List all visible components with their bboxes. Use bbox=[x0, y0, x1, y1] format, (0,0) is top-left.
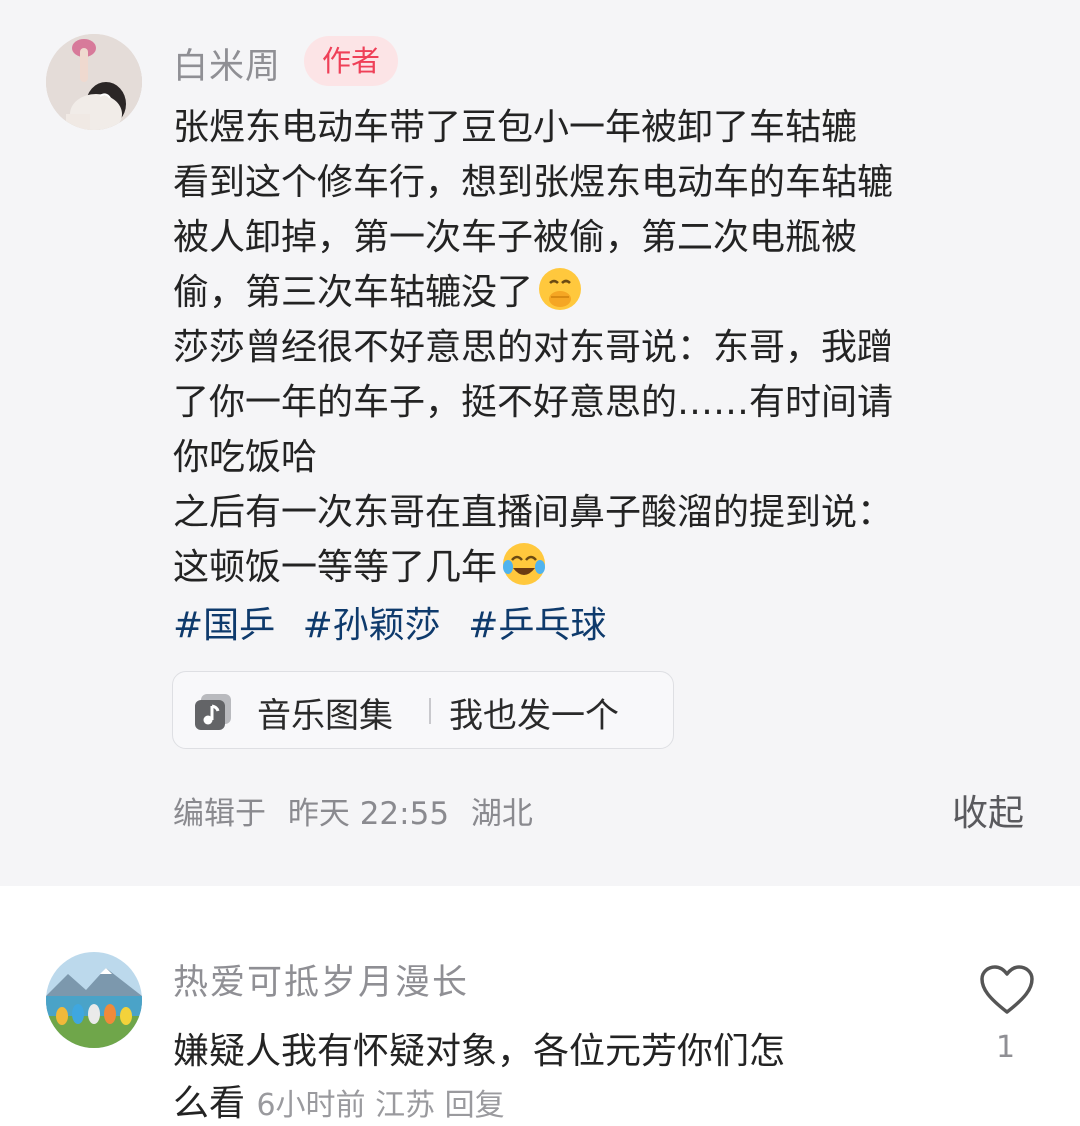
collapse-button[interactable]: 收起 bbox=[952, 784, 1024, 836]
music-album-label: 音乐图集 bbox=[257, 696, 393, 736]
avatar-photo-icon bbox=[46, 34, 142, 130]
commenter-name[interactable]: 热爱可抵岁月漫长 bbox=[173, 954, 469, 1005]
post-line: 张煜东电动车带了豆包小一年被卸了车轱辘 bbox=[173, 107, 858, 148]
post-line: 之后有一次东哥在直播间鼻子酸溜的提到说： bbox=[173, 492, 894, 533]
edited-time: 昨天 22:55 bbox=[287, 796, 450, 832]
music-album-chip[interactable]: 音乐图集 我也发一个 bbox=[172, 671, 674, 749]
post-line: 被人卸掉，第一次车子被偷，第二次电瓶被 bbox=[173, 217, 858, 258]
post-one-too-button[interactable]: 我也发一个 bbox=[449, 688, 619, 737]
post-line: 了你一年的车子，挺不好意思的……有时间请 bbox=[173, 382, 894, 423]
comment-meta: 6小时前 江苏 回复 bbox=[256, 1088, 505, 1123]
post-line-text: 这顿饭一等等了几年 bbox=[173, 547, 498, 588]
post-line: 看到这个修车行，想到张煜东电动车的车轱辘 bbox=[173, 162, 894, 203]
post-meta: 编辑于 昨天 22:55 湖北 bbox=[173, 788, 545, 833]
comment-text-line2: 么看 6小时前 江苏 回复 bbox=[173, 1074, 505, 1126]
author-avatar[interactable] bbox=[46, 34, 142, 130]
post-line: 莎莎曾经很不好意思的对东哥说：东哥，我蹭 bbox=[173, 327, 894, 368]
heart-icon[interactable] bbox=[979, 964, 1035, 1016]
post-line: 你吃饭哈 bbox=[173, 437, 318, 478]
post-line-text: 偷，第三次车轱辘没了 bbox=[173, 272, 534, 313]
comment-text-continued: 么看 bbox=[173, 1083, 246, 1124]
hashtag-link[interactable]: #国乒 bbox=[173, 605, 275, 646]
face-with-hand-over-mouth-icon bbox=[539, 268, 582, 310]
post-location: 湖北 bbox=[470, 796, 533, 832]
face-with-tears-of-joy-icon bbox=[503, 543, 546, 585]
author-name[interactable]: 白米周 bbox=[173, 38, 281, 89]
chip-divider bbox=[429, 698, 431, 724]
like-count: 1 bbox=[996, 1030, 1016, 1065]
avatar-landscape-icon bbox=[46, 952, 142, 1048]
author-badge: 作者 bbox=[304, 36, 398, 86]
hashtag-link[interactable]: #孙颖莎 bbox=[303, 605, 441, 646]
post-line-with-emoji: 偷，第三次车轱辘没了 bbox=[173, 265, 1033, 320]
music-note-icon bbox=[195, 694, 231, 730]
post-line-with-emoji: 这顿饭一等等了几年 bbox=[173, 540, 1033, 595]
hashtag-list: #国乒 #孙颖莎 #乒乓球 bbox=[173, 596, 622, 648]
author-post: 白米周 作者 张煜东电动车带了豆包小一年被卸了车轱辘 看到这个修车行，想到张煜东… bbox=[0, 0, 1080, 886]
hashtag-link[interactable]: #乒乓球 bbox=[468, 605, 606, 646]
comment-text: 嫌疑人我有怀疑对象，各位元芳你们怎 bbox=[173, 1031, 786, 1072]
commenter-avatar[interactable] bbox=[46, 952, 142, 1048]
post-content: 张煜东电动车带了豆包小一年被卸了车轱辘 看到这个修车行，想到张煜东电动车的车轱辘… bbox=[173, 100, 1033, 595]
edited-label: 编辑于 bbox=[173, 796, 266, 832]
